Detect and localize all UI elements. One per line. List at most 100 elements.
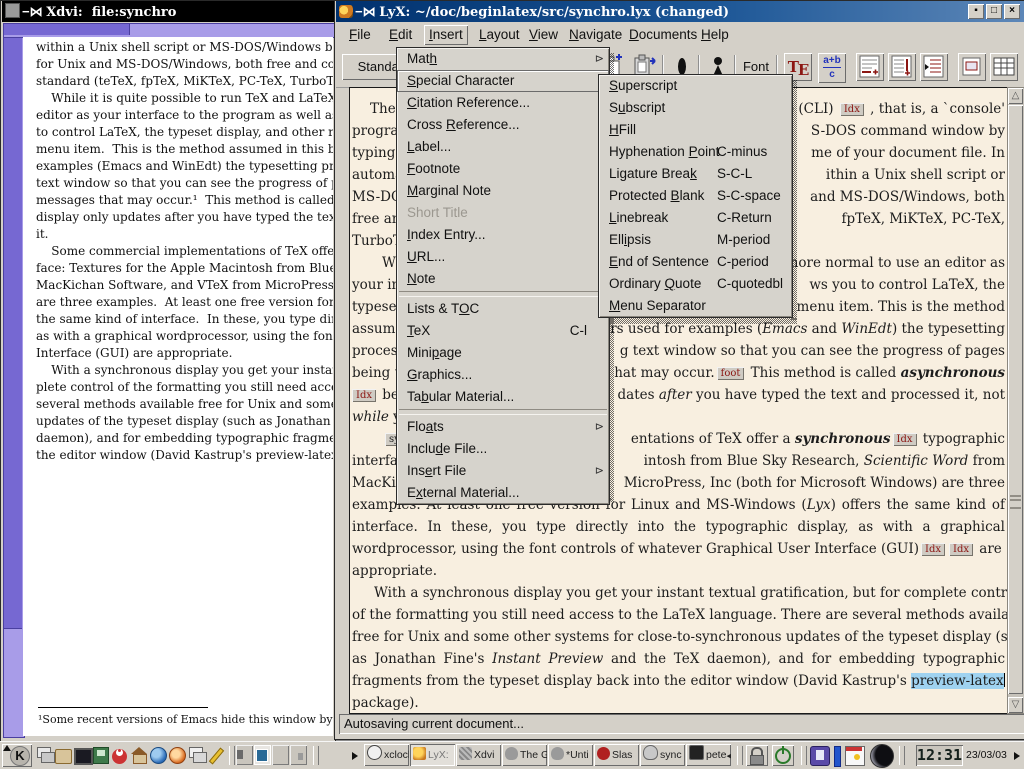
math-mode-button[interactable]: a+bc [818,53,846,83]
organizer-tray-icon[interactable] [845,746,865,766]
pager-desktop-2-active[interactable] [254,745,271,765]
show-desktop-icon[interactable] [55,745,73,765]
help-icon[interactable] [112,745,130,765]
maximize-button[interactable]: □ [986,4,1002,19]
menu-item-marginal-note[interactable]: Marginal Note [397,180,609,202]
task-xclock[interactable]: xclock [364,744,409,766]
menu-item-ellipsis[interactable]: EllipsisM-period [599,229,792,251]
editor-pen-icon[interactable] [207,745,225,765]
menu-navigate[interactable]: Navigate [564,25,627,45]
pager-desktop-1[interactable] [236,745,253,765]
task-xdvi[interactable]: Xdvi [456,744,501,766]
xdvi-vertical-scrollbar[interactable] [3,37,25,738]
xdvi-titlebar[interactable]: −⋈ Xdvi: file:synchro [2,1,334,22]
vertical-scrollbar[interactable]: △ ▽ [1007,87,1024,714]
konsole-icon[interactable] [93,745,111,765]
xdvi-horizontal-scrollbar[interactable] [3,23,335,38]
xdvi-hscroll-thumb[interactable] [4,24,130,35]
task-lyx[interactable]: LyX: [410,744,455,766]
menu-item-tabular-material[interactable]: Tabular Material... [397,386,609,408]
menu-item-index-entry[interactable]: Index Entry... [397,224,609,246]
insert-table-icon[interactable] [990,53,1018,81]
menu-item-minipage[interactable]: Minipage [397,342,609,364]
menu-item-note[interactable]: Note [397,268,609,290]
menu-item-hfill[interactable]: HFill [599,119,792,141]
index-inset-button[interactable]: Idx [893,433,917,446]
close-button[interactable]: × [1004,4,1020,19]
pager-desktop-3[interactable] [272,745,289,765]
menu-item-floats[interactable]: Floats⊳ [397,416,609,438]
menu-documents[interactable]: Documents [624,25,702,45]
menu-help[interactable]: Help [696,25,734,45]
web-browser-globe-icon[interactable] [150,745,168,765]
menu-shortcut: M-period [717,229,770,251]
menu-item-label[interactable]: Label... [397,136,609,158]
menu-item-ordinary-quote[interactable]: Ordinary QuoteC-quotedbl [599,273,792,295]
scrollbar-thumb[interactable] [1008,105,1023,694]
index-inset-button[interactable]: Idx [921,543,945,556]
menu-item-include-file[interactable]: Include File... [397,438,609,460]
lyx-titlebar[interactable]: −⋈ LyX: ~/doc/beginlatex/src/synchro.lyx… [336,1,1024,22]
terminal-icon[interactable] [74,745,92,765]
lock-screen-button[interactable] [746,745,768,766]
menu-item-tex[interactable]: TeXC-l [397,320,609,342]
menu-item-protected-blank[interactable]: Protected BlankS-C-space [599,185,792,207]
taskbar-overflow-left-icon[interactable] [352,752,358,760]
scroll-up-icon[interactable]: △ [1008,88,1023,104]
pager-desktop-4[interactable] [290,745,307,765]
insert-footnote-icon[interactable] [856,53,884,81]
menu-item-end-of-sentence[interactable]: End of SentenceC-period [599,251,792,273]
k-menu-button[interactable]: K [2,744,32,767]
menu-item-subscript[interactable]: Subscript [599,97,792,119]
menu-layout[interactable]: Layout [474,25,525,45]
panel-handle[interactable] [801,746,807,765]
menu-item-special-character[interactable]: Special Character [397,70,609,92]
window-list-icon[interactable] [36,745,54,765]
task-slashdot[interactable]: Slas [594,744,639,766]
panel-handle[interactable] [737,746,743,765]
menu-item-menu-separator[interactable]: Menu Separator [599,295,792,317]
menu-item-superscript[interactable]: Superscript [599,75,792,97]
task-synchro[interactable]: sync [640,744,685,766]
insert-depth-icon[interactable] [920,53,948,81]
menu-item-footnote[interactable]: Footnote [397,158,609,180]
digital-clock[interactable]: 12:31 [916,745,963,766]
task-pete[interactable]: pete◀ [686,744,731,766]
panel-handle[interactable] [229,746,235,765]
menu-item-linebreak[interactable]: LinebreakC-Return [599,207,792,229]
index-inset-button[interactable]: Idx [352,389,376,402]
index-inset-button[interactable]: Idx [840,103,864,116]
insert-figure-icon[interactable] [958,53,986,81]
moon-phase-applet[interactable] [870,744,894,768]
menu-item-cross-reference[interactable]: Cross Reference... [397,114,609,136]
kmail-icon[interactable] [169,745,187,765]
menu-item-citation-reference[interactable]: Citation Reference... [397,92,609,114]
file-manager-icon[interactable] [188,745,206,765]
insert-marginnote-icon[interactable] [888,53,916,81]
menu-item-insert-file[interactable]: Insert File⊳ [397,460,609,482]
menu-edit[interactable]: Edit [384,25,417,45]
klipper-tray-icon[interactable] [810,746,830,766]
menu-item-ligature-break[interactable]: Ligature BreakS-C-L [599,163,792,185]
menu-file[interactable]: File [344,25,376,45]
panel-handle[interactable] [313,746,319,765]
xdvi-vscroll-thumb[interactable] [4,38,22,629]
home-icon[interactable] [131,745,149,765]
panel-handle[interactable] [899,746,905,765]
menu-insert[interactable]: Insert [424,25,468,45]
task-the-g[interactable]: The G [502,744,547,766]
menu-item-lists-toc[interactable]: Lists & TOC [397,298,609,320]
menu-item-math[interactable]: Math⊳ [397,48,609,70]
menu-item-url[interactable]: URL... [397,246,609,268]
menu-item-graphics[interactable]: Graphics... [397,364,609,386]
menu-item-hyphenation-point[interactable]: Hyphenation PointC-minus [599,141,792,163]
taskbar-overflow-right-icon[interactable] [1014,752,1020,760]
index-inset-button[interactable]: Idx [949,543,973,556]
scroll-down-icon[interactable]: ▽ [1008,697,1023,713]
minimize-button[interactable]: ▪ [968,4,984,19]
logout-power-button[interactable] [772,745,794,766]
footnote-inset-button[interactable]: foot [717,367,745,380]
task-untitled[interactable]: *Unti [548,744,593,766]
menu-item-external-material[interactable]: External Material... [397,482,609,504]
menu-view[interactable]: View [524,25,563,45]
